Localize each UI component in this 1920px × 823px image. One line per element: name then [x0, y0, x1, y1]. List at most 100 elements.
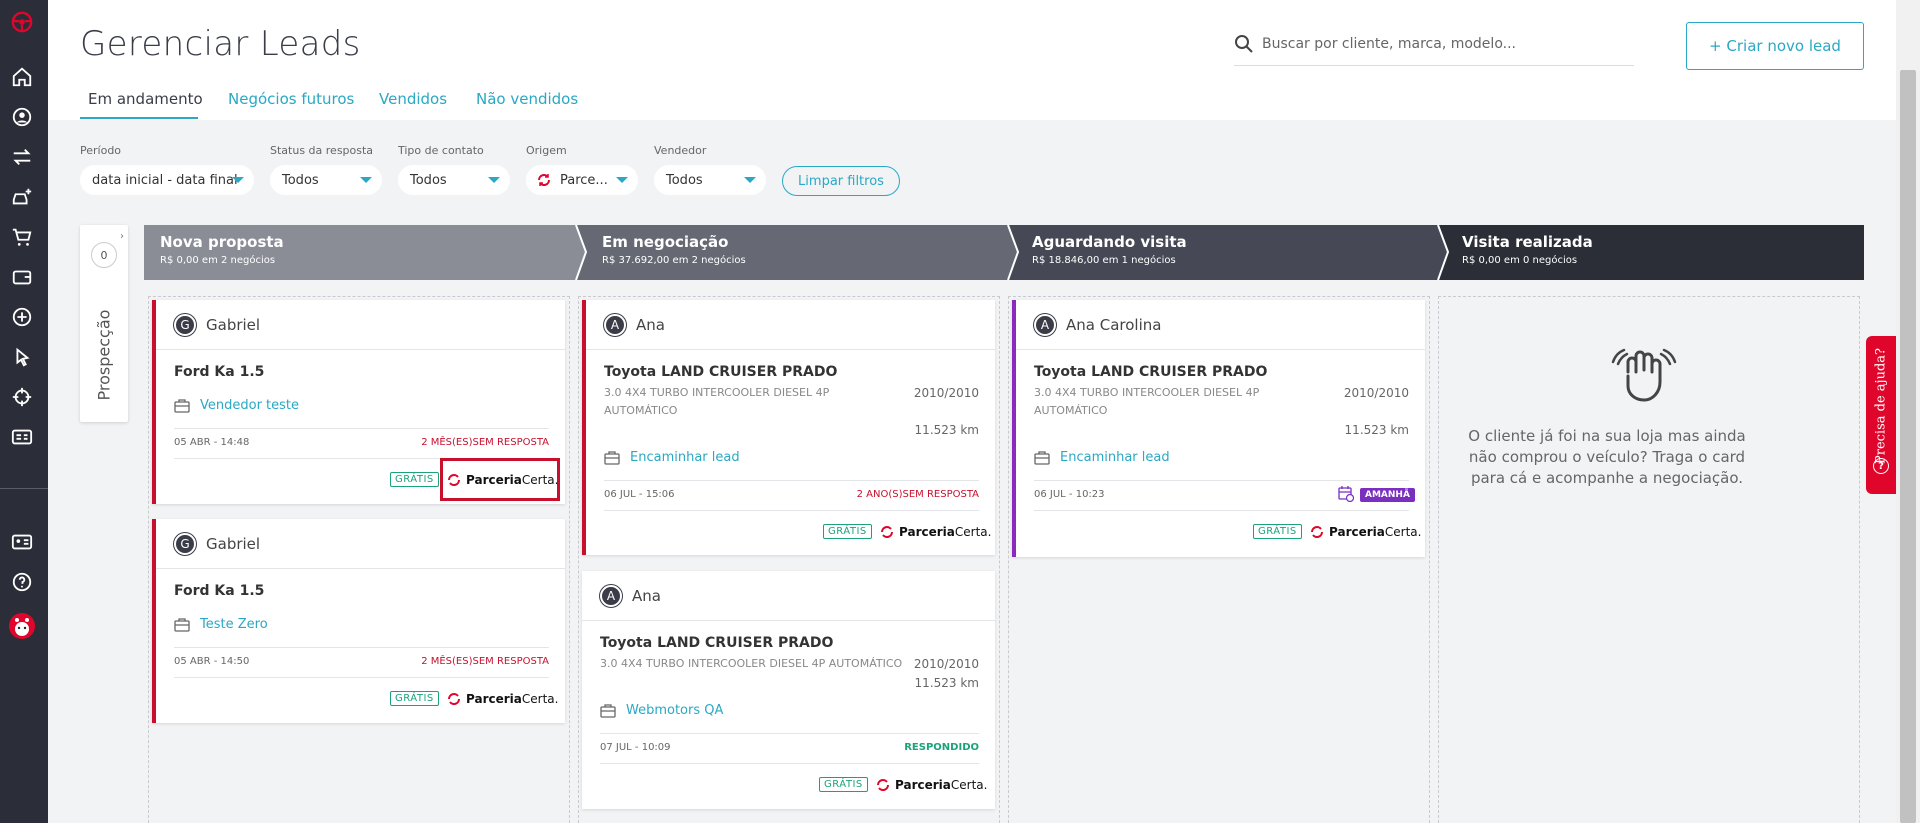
- page-scrollbar[interactable]: [1896, 0, 1920, 823]
- card-header: A Ana: [582, 571, 995, 621]
- divider: [600, 763, 979, 764]
- origin-filter-select[interactable]: Parce...: [526, 165, 638, 195]
- period-filter-value: data inicial - data final: [92, 172, 238, 188]
- vehicle-name: Ford Ka 1.5: [174, 364, 265, 380]
- parceria-certa-logo-icon: [881, 526, 893, 538]
- seller-filter-select[interactable]: Todos: [654, 165, 766, 195]
- partner-name-bold: Parceria: [1329, 525, 1385, 539]
- contact-type-filter-value: Todos: [410, 172, 447, 188]
- contact-type-filter-select[interactable]: Todos: [398, 165, 510, 195]
- lead-card[interactable]: A Ana Toyota LAND CRUISER PRADO 3.0 4X4 …: [582, 571, 995, 809]
- vehicle-version-line1: 3.0 4X4 TURBO INTERCOOLER DIESEL 4P: [1034, 386, 1260, 399]
- clear-filters-button[interactable]: Limpar filtros: [782, 166, 900, 196]
- page-title: Gerenciar Leads: [80, 24, 361, 64]
- chevron-right-icon[interactable]: ›: [120, 231, 124, 242]
- tab-em-andamento[interactable]: Em andamento: [88, 90, 203, 108]
- tab-negocios-futuros[interactable]: Negócios futuros: [228, 90, 354, 108]
- home-icon[interactable]: [10, 65, 34, 89]
- user-avatar-icon[interactable]: [8, 612, 36, 640]
- stage-header-nova-proposta: Nova proposta R$ 0,00 em 2 negócios: [144, 225, 574, 280]
- create-lead-button[interactable]: + Criar novo lead: [1686, 22, 1864, 70]
- response-status: 2 MÊS(ES)SEM RESPOSTA: [421, 437, 549, 448]
- tab-nao-vendidos[interactable]: Não vendidos: [476, 90, 578, 108]
- vehicle-name: Toyota LAND CRUISER PRADO: [604, 364, 838, 380]
- chevron-down-icon: [360, 177, 372, 183]
- user-circle-icon[interactable]: [10, 105, 34, 129]
- origin-filter-value: Parce...: [560, 172, 608, 188]
- sidebar-nav: [0, 0, 48, 823]
- card-header: G Gabriel: [156, 300, 565, 350]
- briefcase-icon: [174, 617, 190, 632]
- assigned-seller[interactable]: Teste Zero: [174, 617, 268, 632]
- vehicle-version: 3.0 4X4 TURBO INTERCOOLER DIESEL 4P AUTO…: [1034, 384, 1259, 420]
- assigned-seller[interactable]: Vendedor teste: [174, 398, 299, 413]
- chevron-down-icon: [232, 177, 244, 183]
- parceria-certa-logo: ParceriaCerta.: [879, 524, 991, 540]
- response-status-filter-select[interactable]: Todos: [270, 165, 382, 195]
- lead-date: 05 ABR - 14:50: [174, 656, 250, 667]
- parceria-certa-logo: ParceriaCerta.: [875, 777, 987, 793]
- vehicle-name: Ford Ka 1.5: [174, 583, 265, 599]
- client-name: Ana: [636, 315, 665, 334]
- lead-date: 05 ABR - 14:48: [174, 437, 250, 448]
- briefcase-icon: [604, 450, 620, 465]
- forward-lead-link[interactable]: Encaminhar lead: [604, 450, 740, 465]
- help-circle-icon[interactable]: [10, 570, 34, 594]
- lead-card[interactable]: G Gabriel Ford Ka 1.5 Teste Zero 05 ABR …: [152, 519, 565, 723]
- scrollbar-thumb[interactable]: [1900, 70, 1916, 823]
- vehicle-version-line1: 3.0 4X4 TURBO INTERCOOLER DIESEL 4P: [604, 386, 830, 399]
- stage-prospeccao-collapsed[interactable]: › 0 Prospecção: [80, 225, 128, 422]
- stage-summary: R$ 0,00 em 2 negócios: [160, 255, 276, 266]
- period-filter-select[interactable]: data inicial - data final: [80, 165, 254, 195]
- avatar: A: [1034, 313, 1056, 336]
- vehicle-version-line2: AUTOMÁTICO: [604, 404, 678, 417]
- forward-lead-link[interactable]: Encaminhar lead: [1034, 450, 1170, 465]
- card-header: A Ana: [586, 300, 995, 350]
- divider: [174, 647, 549, 648]
- lead-date: 07 JUL - 10:09: [600, 742, 671, 753]
- id-card-icon[interactable]: [10, 425, 34, 449]
- prospect-count-badge: 0: [91, 242, 117, 268]
- wallet-icon[interactable]: [10, 265, 34, 289]
- transfer-arrows-icon[interactable]: [10, 145, 34, 169]
- cart-icon[interactable]: [10, 225, 34, 249]
- search-input[interactable]: [1262, 36, 1622, 52]
- response-status: 2 ANO(S)SEM RESPOSTA: [856, 489, 979, 500]
- forward-lead-label: Encaminhar lead: [630, 450, 740, 465]
- divider: [174, 428, 549, 429]
- target-icon[interactable]: [10, 385, 34, 409]
- lead-card[interactable]: A Ana Carolina Toyota LAND CRUISER PRADO…: [1012, 300, 1425, 557]
- response-status-filter-value: Todos: [282, 172, 319, 188]
- contact-card-icon[interactable]: [10, 530, 34, 554]
- search-box: [1234, 30, 1634, 66]
- vehicle-mileage: 11.523 km: [914, 423, 979, 437]
- help-label: Precisa de ajuda?: [1873, 348, 1889, 464]
- assigned-seller-label: Vendedor teste: [200, 398, 300, 413]
- vehicle-mileage: 11.523 km: [914, 676, 979, 690]
- help-button[interactable]: Precisa de ajuda? ?: [1866, 336, 1896, 494]
- search-icon[interactable]: [1234, 34, 1254, 58]
- plus-circle-icon[interactable]: [10, 305, 34, 329]
- free-badge: GRÁTIS: [390, 691, 439, 706]
- chevron-down-icon: [744, 177, 756, 183]
- stage-header-em-negociacao: Em negociação R$ 37.692,00 em 2 negócios: [586, 225, 1006, 280]
- car-add-icon[interactable]: [10, 185, 34, 209]
- briefcase-icon: [174, 398, 190, 413]
- client-name: Gabriel: [206, 534, 261, 553]
- partner-name-rest: Certa.: [950, 778, 988, 792]
- parceria-certa-logo: ParceriaCerta.: [446, 691, 558, 707]
- lead-source-link[interactable]: Webmotors QA: [600, 703, 723, 718]
- client-name: Gabriel: [206, 315, 261, 334]
- partner-name-bold: Parceria: [466, 692, 522, 706]
- briefcase-icon: [600, 703, 616, 718]
- divider: [1034, 510, 1409, 511]
- tab-vendidos[interactable]: Vendidos: [379, 90, 447, 108]
- free-badge: GRÁTIS: [1253, 524, 1302, 539]
- steering-wheel-logo-icon[interactable]: [10, 10, 34, 34]
- lead-source-label: Webmotors QA: [626, 703, 724, 718]
- page-header: Gerenciar Leads Em andamento Negócios fu…: [48, 0, 1896, 120]
- contact-type-filter-label: Tipo de contato: [398, 144, 484, 157]
- lead-card[interactable]: A Ana Toyota LAND CRUISER PRADO 3.0 4X4 …: [582, 300, 995, 555]
- cursor-click-icon[interactable]: [10, 345, 34, 369]
- free-badge: GRÁTIS: [390, 472, 439, 487]
